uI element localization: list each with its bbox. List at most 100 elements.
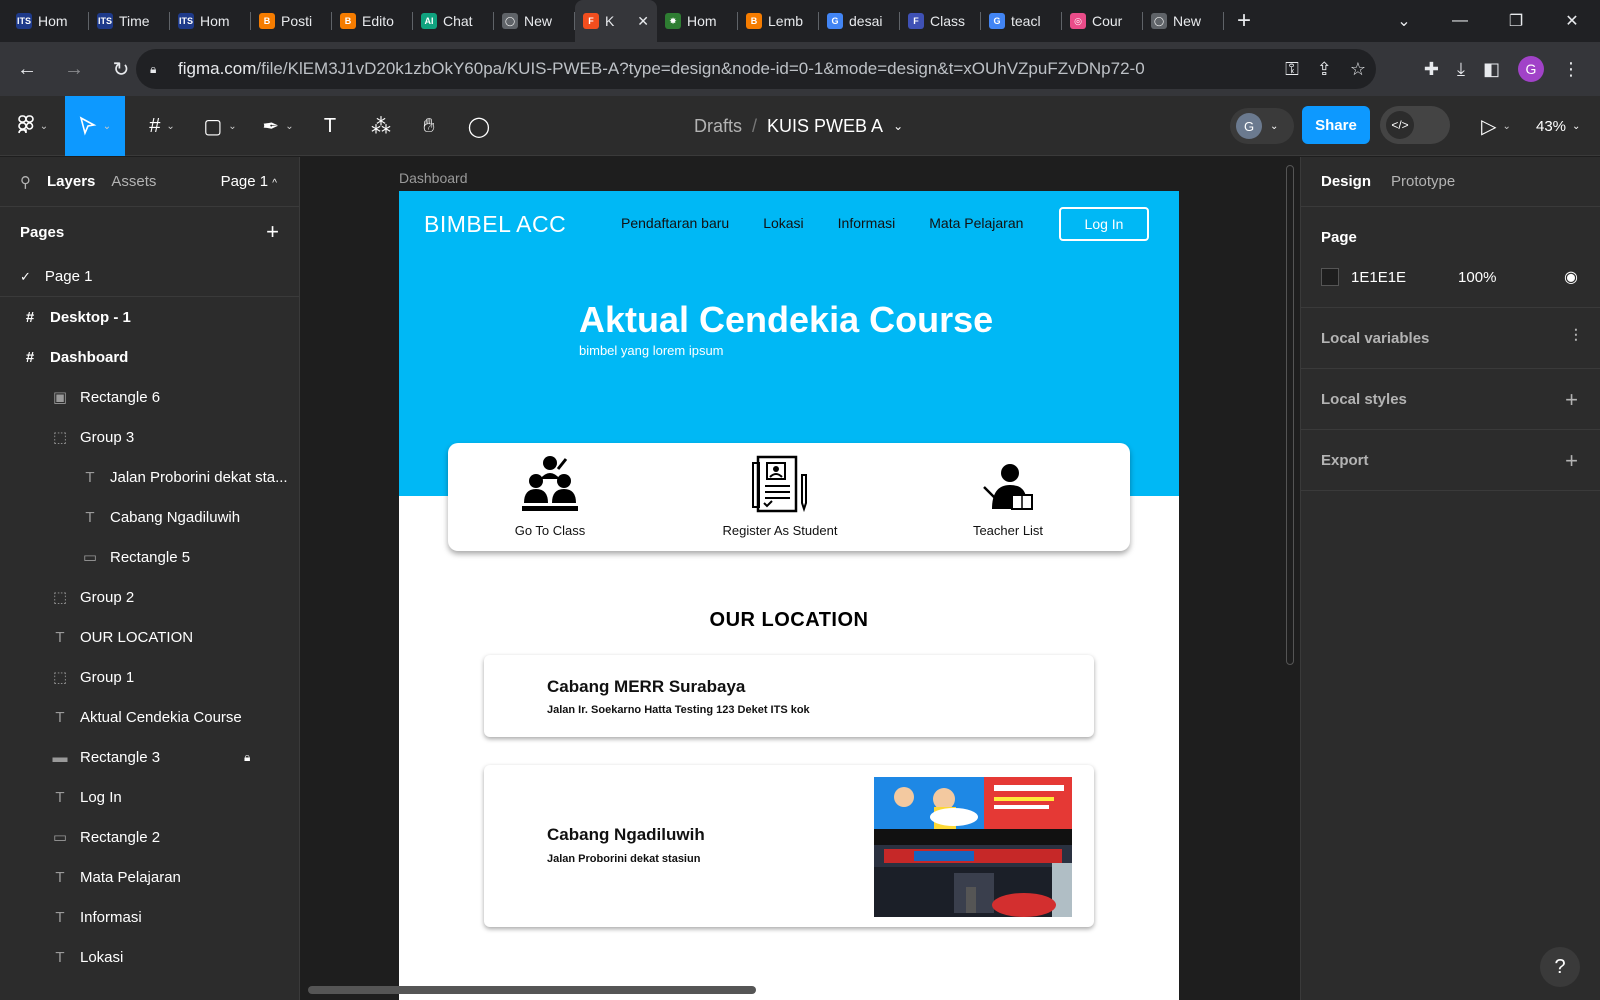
vertical-scrollbar[interactable] [1286, 165, 1294, 665]
kebab-menu-icon[interactable]: ⋮ [1562, 59, 1580, 80]
layer-row[interactable]: ⬚ Group 2 [0, 577, 299, 617]
address-bar[interactable]: 🔒︎ figma.com/file/KlEM3J1vD20k1zbOkY60pa… [136, 49, 1376, 89]
search-icon[interactable]: ⚲ [20, 173, 31, 191]
zoom-control[interactable]: 43% ⌄ [1536, 96, 1580, 156]
page-bg-opacity[interactable]: 100% [1458, 269, 1496, 286]
tab-search-icon[interactable]: ⌄ [1376, 0, 1432, 42]
browser-tab[interactable]: ITS Time [89, 0, 170, 42]
new-tab-button[interactable]: + [1224, 0, 1264, 42]
browser-tab[interactable]: B Edito [332, 0, 413, 42]
login-button[interactable]: Log In [1059, 207, 1149, 241]
dev-mode-toggle[interactable]: </> [1380, 106, 1450, 144]
figma-menu-icon[interactable]: ⌄ [10, 96, 56, 156]
profile-avatar[interactable]: G [1518, 56, 1544, 82]
tab-design[interactable]: Design [1321, 173, 1371, 190]
layer-row[interactable]: ▬ Rectangle 3 🔒︎ [0, 737, 299, 777]
browser-tab[interactable]: AI Chat [413, 0, 494, 42]
layer-row[interactable]: T Lokasi [0, 937, 299, 977]
layer-row[interactable]: T Log In [0, 777, 299, 817]
browser-tab[interactable]: F K ✕ [575, 0, 657, 42]
location-card-merr[interactable]: Cabang MERR Surabaya Jalan Ir. Soekarno … [484, 655, 1094, 737]
browser-tab[interactable]: B Lemb [738, 0, 819, 42]
text-tool-icon[interactable]: T [315, 96, 345, 156]
collaborator-pill[interactable]: G ⌄ [1230, 108, 1294, 144]
layer-row[interactable]: # Dashboard [0, 337, 299, 377]
reload-icon[interactable]: ↻ [101, 49, 141, 89]
help-button[interactable]: ? [1540, 947, 1580, 987]
extensions-puzzle-icon[interactable]: ✚ [1424, 59, 1439, 80]
layer-row[interactable]: ⬚ Group 1 [0, 657, 299, 697]
minimize-icon[interactable]: — [1432, 0, 1488, 42]
browser-tab[interactable]: ITS Hom [170, 0, 251, 42]
key-icon[interactable]: ⚿ [1285, 59, 1299, 80]
restore-icon[interactable]: ❐ [1488, 0, 1544, 42]
add-page-icon[interactable]: + [266, 219, 279, 245]
layer-row[interactable]: ▭ Rectangle 2 [0, 817, 299, 857]
layer-row[interactable]: T OUR LOCATION [0, 617, 299, 657]
eye-icon[interactable]: ◉ [1564, 267, 1578, 287]
page-selector[interactable]: Page 1 ^ [221, 173, 277, 190]
horizontal-scrollbar[interactable] [308, 986, 756, 994]
close-window-icon[interactable]: ✕ [1544, 0, 1600, 42]
tab-layers[interactable]: Layers [47, 173, 95, 190]
dashboard-frame[interactable]: BIMBEL ACC Pendaftaran baru Lokasi Infor… [399, 191, 1179, 1000]
nav-pendaftaran[interactable]: Pendaftaran baru [621, 215, 729, 231]
go-to-class-item[interactable]: Go To Class [510, 453, 590, 538]
share-page-icon[interactable]: ⇪ [1317, 59, 1332, 80]
browser-tab[interactable]: Gdesai [819, 0, 900, 42]
register-student-item[interactable]: Register As Student [710, 453, 850, 538]
layer-row[interactable]: T Informasi [0, 897, 299, 937]
layer-row[interactable]: ▭ Rectangle 5 [0, 537, 299, 577]
page-item[interactable]: ✓ Page 1 [0, 257, 299, 297]
page-background-row[interactable]: 1E1E1E 100% ◉ [1321, 257, 1580, 297]
shape-tool-icon[interactable]: ▢ ⌄ [196, 96, 244, 156]
resources-icon[interactable]: ⁂ [366, 96, 396, 156]
add-export-icon[interactable]: + [1565, 448, 1578, 474]
browser-tab[interactable]: F Class [900, 0, 981, 42]
side-panel-icon[interactable]: ◧ [1483, 59, 1500, 80]
layer-row[interactable]: T Mata Pelajaran [0, 857, 299, 897]
layer-row[interactable]: ▣ Rectangle 6 [0, 377, 299, 417]
bookmark-star-icon[interactable]: ☆ [1350, 59, 1366, 80]
location-card-ngadiluwih[interactable]: Cabang Ngadiluwih Jalan Proborini dekat … [484, 765, 1094, 927]
tab-prototype[interactable]: Prototype [1391, 173, 1455, 190]
chevron-down-icon[interactable]: ⌄ [893, 119, 903, 133]
browser-tab[interactable]: B Posti [251, 0, 332, 42]
tab-assets[interactable]: Assets [111, 173, 156, 190]
local-styles-title[interactable]: Local styles [1321, 369, 1580, 429]
share-button[interactable]: Share [1302, 106, 1370, 144]
hand-tool-icon[interactable]: ✋︎ [414, 96, 444, 156]
teacher-list-item[interactable]: Teacher List [958, 453, 1058, 538]
browser-tab[interactable]: Gteacl [981, 0, 1062, 42]
forward-icon[interactable]: → [54, 49, 94, 89]
download-icon[interactable]: ⤓ [1457, 59, 1465, 80]
browser-tab[interactable]: ✸ Hom [657, 0, 738, 42]
nav-informasi[interactable]: Informasi [838, 215, 896, 231]
comment-tool-icon[interactable]: ◯ [464, 96, 494, 156]
file-name[interactable]: KUIS PWEB A [767, 116, 883, 137]
back-icon[interactable]: ← [7, 49, 47, 89]
lock-icon[interactable]: 🔒︎ [244, 750, 250, 765]
close-tab-icon[interactable]: ✕ [637, 13, 649, 30]
layer-row[interactable]: T Cabang Ngadiluwih [0, 497, 299, 537]
frame-label[interactable]: Dashboard [399, 170, 468, 186]
move-tool-icon[interactable]: ⌄ [65, 96, 125, 156]
add-style-icon[interactable]: + [1565, 387, 1578, 413]
browser-tab[interactable]: ◎ Cour [1062, 0, 1143, 42]
sliders-icon[interactable]: ⫶ [1574, 326, 1579, 347]
drafts-link[interactable]: Drafts [694, 116, 742, 137]
nav-mata-pelajaran[interactable]: Mata Pelajaran [929, 215, 1023, 231]
layer-row[interactable]: T Aktual Cendekia Course [0, 697, 299, 737]
nav-lokasi[interactable]: Lokasi [763, 215, 803, 231]
present-play-icon[interactable]: ▷ ⌄ [1474, 96, 1518, 156]
local-variables-title[interactable]: Local variables [1321, 308, 1580, 368]
layer-row[interactable]: T Jalan Proborini dekat sta... [0, 457, 299, 497]
browser-tab[interactable]: ◯ New [494, 0, 575, 42]
browser-tab[interactable]: ◯ New [1143, 0, 1224, 42]
pen-tool-icon[interactable]: ✒︎ ⌄ [254, 96, 302, 156]
export-title[interactable]: Export [1321, 430, 1580, 490]
color-swatch[interactable] [1321, 268, 1339, 286]
browser-tab[interactable]: ITS Hom [8, 0, 89, 42]
layer-row[interactable]: ⬚ Group 3 [0, 417, 299, 457]
frame-tool-icon[interactable]: # ⌄ [138, 96, 186, 156]
